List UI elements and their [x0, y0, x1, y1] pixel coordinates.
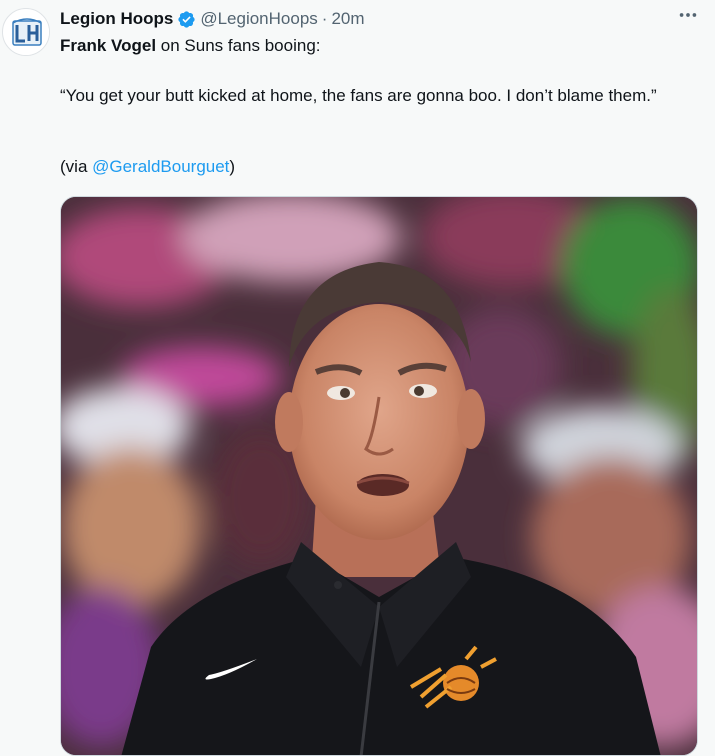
timestamp[interactable]: 20m — [331, 9, 364, 29]
tweet-quote: “You get your butt kicked at home, the f… — [60, 86, 657, 105]
display-name[interactable]: Legion Hoops — [60, 9, 173, 29]
handle[interactable]: @LegionHoops — [200, 9, 317, 29]
mention-link[interactable]: @GeraldBourguet — [92, 157, 229, 176]
tweet-media-photo[interactable] — [60, 196, 698, 756]
photo-coach-icon — [61, 197, 697, 755]
subject-name: Frank Vogel — [60, 36, 157, 55]
tweet-card[interactable]: Legion Hoops @LegionHoops · 20m Frank Vo… — [0, 0, 715, 756]
legion-hoops-logo-icon — [4, 10, 49, 55]
avatar[interactable] — [2, 8, 50, 56]
more-options-icon[interactable] — [677, 4, 699, 26]
tweet-text-line1: Frank Vogel on Suns fans booing: — [60, 35, 321, 57]
verified-badge-icon — [178, 10, 195, 28]
via-prefix: (via — [60, 157, 93, 176]
separator-dot: · — [321, 9, 328, 28]
subject-text: on Suns fans booing: — [156, 36, 321, 55]
via-suffix: ) — [229, 157, 236, 176]
tweet-header: Legion Hoops @LegionHoops · 20m — [60, 7, 365, 31]
tweet-via: (via @GeraldBourguet) — [60, 156, 235, 178]
